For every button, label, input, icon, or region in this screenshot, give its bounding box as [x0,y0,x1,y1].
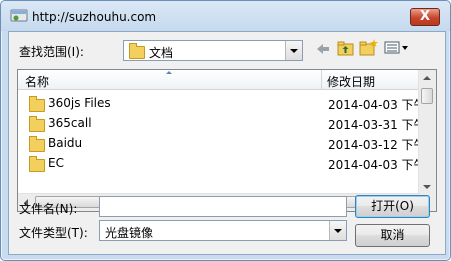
filename-input[interactable] [99,196,347,217]
list-item[interactable]: EC 2014-04-03 下午 [18,153,420,173]
list-item[interactable]: Baidu 2014-03-12 下午 [18,133,420,153]
vertical-scrollbar[interactable] [418,70,436,194]
folder-icon [29,96,45,112]
list-header: 名称 修改日期 [18,70,420,90]
vertical-scroll-thumb[interactable] [421,88,433,104]
look-in-label: 查找范围(I): [19,45,84,59]
item-date: 2014-04-03 下午 [328,98,420,112]
open-button[interactable]: 打开(O) [355,195,430,218]
filetype-label: 文件类型(T): [19,226,88,240]
look-in-value: 文档 [149,46,174,60]
view-menu-icon[interactable] [384,41,410,54]
dialog-body: 查找范围(I): 文档 名称 修改日期 360js Files 2014-04-… [8,31,446,255]
folder-icon [29,156,45,172]
cancel-button[interactable]: 取消 [355,224,430,247]
item-date: 2014-04-03 下午 [328,158,420,172]
file-list[interactable]: 名称 修改日期 360js Files 2014-04-03 下午 365cal… [17,69,437,212]
filename-label: 文件名(N): [19,202,78,216]
item-name: 360js Files [48,96,111,110]
scroll-down-icon[interactable] [423,185,431,189]
list-item[interactable]: 360js Files 2014-04-03 下午 [18,93,420,113]
item-date: 2014-03-12 下午 [328,138,420,152]
item-name: Baidu [48,136,83,150]
close-icon: X [419,9,431,24]
new-folder-icon[interactable] [359,38,379,56]
item-date: 2014-03-31 下午 [328,118,420,132]
sort-indicator-icon [166,71,172,74]
title-bar[interactable]: http://suzhouhu.com X [1,1,450,31]
column-header-date[interactable]: 修改日期 [327,73,375,90]
chevron-down-icon[interactable] [285,41,302,60]
browser-app-icon [10,9,28,22]
chevron-down-icon[interactable] [329,221,346,240]
documents-folder-icon [129,43,145,59]
look-in-combo[interactable]: 文档 [123,40,303,61]
item-name: EC [48,156,64,170]
folder-icon [29,136,45,152]
column-separator[interactable] [321,70,322,89]
column-header-name[interactable]: 名称 [25,73,49,90]
filetype-value: 光盘镜像 [105,226,154,240]
up-folder-icon[interactable] [337,40,355,56]
folder-icon [29,116,45,132]
scroll-up-icon[interactable] [423,76,431,80]
file-open-dialog: http://suzhouhu.com X 查找范围(I): 文档 名称 修改日… [0,0,451,261]
back-icon[interactable] [315,42,331,56]
close-button[interactable]: X [410,8,440,26]
item-name: 365call [48,116,92,130]
filetype-select[interactable]: 光盘镜像 [99,220,347,241]
window-title: http://suzhouhu.com [32,10,157,24]
list-item[interactable]: 365call 2014-03-31 下午 [18,113,420,133]
